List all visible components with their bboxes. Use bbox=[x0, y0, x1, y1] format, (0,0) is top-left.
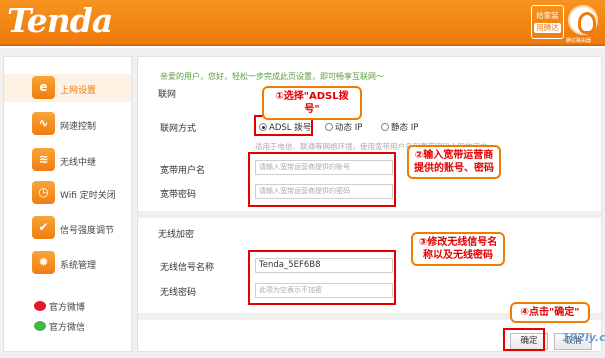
callout-line: 提供的账号、密码 bbox=[414, 163, 494, 174]
sidebar-item-internet-settings[interactable]: e 上网设置 bbox=[4, 74, 131, 102]
sidebar-item-wifi-timer[interactable]: ◷ Wifi 定时关闭 bbox=[4, 179, 131, 207]
callout-step-2: ②输入宽带运营商 提供的账号、密码 bbox=[407, 145, 501, 179]
ssid-label: 无线信号名称 bbox=[160, 263, 215, 273]
social-label: 官方微博 bbox=[49, 303, 86, 313]
wireless-section-title: 无线加密 bbox=[158, 230, 195, 240]
username-label: 宽带用户名 bbox=[160, 166, 206, 176]
radio-label: 静态 IP bbox=[391, 123, 419, 133]
brand-line-2: 用腾达 bbox=[534, 23, 561, 33]
callout-line: ②输入宽带运营商 bbox=[414, 150, 494, 161]
radio-dot bbox=[381, 123, 389, 131]
sidebar: e 上网设置 ∿ 网速控制 ≋ 无线中继 ◷ Wifi 定时关闭 ✔ 信号强度调… bbox=[3, 56, 132, 352]
highlight-credentials bbox=[248, 152, 396, 207]
connection-mode-label: 联网方式 bbox=[160, 124, 197, 134]
highlight-wireless bbox=[248, 250, 396, 305]
ie-icon: e bbox=[32, 76, 55, 99]
wireless-repeater-icon: ≋ bbox=[32, 148, 55, 171]
radio-dot bbox=[325, 123, 333, 131]
top-header: Tenda 给家装 用腾达 腾达路由器 bbox=[0, 0, 605, 46]
official-wechat-link[interactable]: 官方微信 bbox=[34, 320, 85, 333]
radio-static-ip[interactable]: 静态 IP bbox=[381, 121, 418, 133]
wechat-icon bbox=[34, 321, 46, 331]
radio-dynamic-ip[interactable]: 动态 IP bbox=[325, 121, 362, 133]
brand-subtitle: 腾达路由器 bbox=[566, 38, 592, 44]
highlight-ok-button bbox=[503, 328, 545, 351]
radio-label: 动态 IP bbox=[335, 123, 363, 133]
sidebar-item-label: 系统管理 bbox=[60, 261, 97, 271]
sidebar-item-label: 信号强度调节 bbox=[60, 226, 115, 236]
wan-section-title: 联网 bbox=[158, 90, 177, 100]
sidebar-item-label: 上网设置 bbox=[60, 86, 97, 96]
site-watermark: 192ly.com bbox=[562, 331, 605, 344]
section-divider bbox=[138, 211, 601, 218]
sidebar-item-label: 无线中继 bbox=[60, 158, 97, 168]
callout-step-1: ①选择"ADSL拨号" bbox=[262, 86, 362, 120]
sidebar-item-label: 网速控制 bbox=[60, 122, 97, 132]
weibo-icon bbox=[34, 301, 46, 311]
callout-step-3: ③修改无线信号名 称以及无线密码 bbox=[411, 232, 505, 266]
wifi-timer-icon: ◷ bbox=[32, 181, 55, 204]
wifi-password-label: 无线密码 bbox=[160, 288, 197, 298]
brand-line-1: 给家装 bbox=[536, 11, 559, 20]
sidebar-item-wireless-repeater[interactable]: ≋ 无线中继 bbox=[4, 146, 131, 174]
gear-icon: ✹ bbox=[32, 251, 55, 274]
sidebar-item-signal-strength[interactable]: ✔ 信号强度调节 bbox=[4, 214, 131, 242]
official-weibo-link[interactable]: 官方微博 bbox=[34, 300, 85, 313]
social-label: 官方微信 bbox=[49, 323, 86, 333]
brand-emblem-icon bbox=[568, 5, 598, 35]
callout-line: ③修改无线信号名 bbox=[418, 237, 498, 248]
signal-icon: ✔ bbox=[32, 216, 55, 239]
tenda-logo: Tenda bbox=[7, 1, 113, 40]
sidebar-item-system-management[interactable]: ✹ 系统管理 bbox=[4, 249, 131, 277]
sidebar-item-label: Wifi 定时关闭 bbox=[60, 191, 116, 201]
speed-icon: ∿ bbox=[32, 112, 55, 135]
password-label: 宽带密码 bbox=[160, 190, 197, 200]
callout-step-4: ④点击"确定" bbox=[510, 302, 590, 323]
brand-slogan: 给家装 用腾达 bbox=[531, 5, 564, 39]
welcome-text: 亲爱的用户，您好，轻松一步完成此页设置，即可畅享互联网～ bbox=[160, 72, 384, 81]
callout-line: 称以及无线密码 bbox=[423, 250, 493, 261]
sidebar-item-speed-control[interactable]: ∿ 网速控制 bbox=[4, 110, 131, 138]
